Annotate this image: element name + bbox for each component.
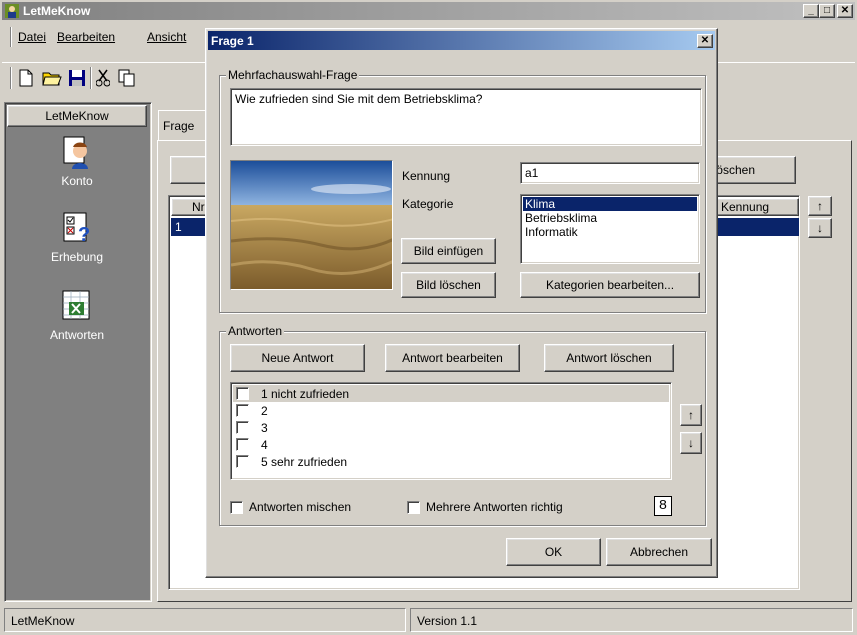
- sidebar-item-label: Antworten: [49, 328, 105, 342]
- answers-group: Antworten Neue Antwort Antwort bearbeite…: [219, 324, 706, 526]
- question-dialog: Frage 1 ✕ Mehrfachauswahl-Frage Wie zufr…: [205, 28, 718, 578]
- spreadsheet-icon: [60, 289, 94, 326]
- kategorie-label: Kategorie: [402, 197, 454, 211]
- sidebar-item-konto[interactable]: Konto: [7, 135, 147, 200]
- category-list[interactable]: Klima Betriebsklima Informatik: [520, 194, 700, 264]
- delete-image-button[interactable]: Bild löschen: [401, 272, 496, 298]
- survey-icon: ?: [60, 211, 94, 248]
- sidebar-item-erhebung[interactable]: ? Erhebung: [7, 211, 147, 276]
- open-folder-icon[interactable]: [42, 69, 62, 90]
- menu-datei[interactable]: Datei: [18, 30, 46, 44]
- dialog-title: Frage 1: [211, 33, 254, 48]
- question-group-label: Mehrfachauswahl-Frage: [226, 68, 360, 82]
- category-item-informatik[interactable]: Informatik: [523, 225, 697, 239]
- minimize-icon[interactable]: _: [803, 4, 819, 18]
- dialog-close-icon[interactable]: ✕: [697, 33, 713, 48]
- sidebar-header[interactable]: LetMeKnow: [7, 105, 147, 127]
- multiple-correct-checkbox[interactable]: [407, 500, 420, 514]
- cancel-button[interactable]: Abbrechen: [606, 538, 712, 566]
- app-icon: [4, 3, 20, 19]
- new-file-icon[interactable]: [18, 69, 34, 90]
- answer-list[interactable]: 1 nicht zufrieden 2 3 4 5 sehr zufrieden: [230, 382, 672, 480]
- ok-button[interactable]: OK: [506, 538, 601, 566]
- close-icon[interactable]: ✕: [837, 4, 853, 18]
- main-title-bar[interactable]: LetMeKnow _ □ ✕: [2, 2, 855, 20]
- dialog-title-bar[interactable]: Frage 1 ✕: [208, 31, 715, 50]
- category-item-betriebsklima[interactable]: Betriebsklima: [523, 211, 697, 225]
- sidebar-item-label: Erhebung: [50, 250, 104, 264]
- person-icon: [60, 135, 94, 172]
- arrow-down-icon: ↓: [688, 436, 694, 450]
- kennung-label: Kennung: [402, 169, 451, 183]
- sidebar-item-antworten[interactable]: Antworten: [7, 289, 147, 354]
- question-group: Mehrfachauswahl-Frage Wie zufrieden sind…: [219, 68, 706, 313]
- arrow-down-icon: ↓: [817, 221, 823, 235]
- shuffle-answers-option[interactable]: Antworten mischen: [230, 500, 351, 514]
- answer-checkbox[interactable]: [236, 404, 249, 417]
- multiple-correct-option[interactable]: Mehrere Antworten richtig: [407, 500, 563, 514]
- move-up-button[interactable]: ↑: [808, 196, 832, 216]
- edit-answer-button[interactable]: Antwort bearbeiten: [385, 344, 520, 372]
- save-icon[interactable]: [68, 69, 86, 90]
- kennung-field[interactable]: a1: [520, 162, 700, 184]
- status-version: Version 1.1: [410, 608, 853, 632]
- status-left: LetMeKnow: [4, 608, 406, 632]
- answer-checkbox[interactable]: [236, 455, 249, 468]
- edit-categories-button[interactable]: Kategorien bearbeiten...: [520, 272, 700, 298]
- status-bar: LetMeKnow Version 1.1: [0, 606, 857, 635]
- move-down-button[interactable]: ↓: [808, 218, 832, 238]
- count-indicator[interactable]: 8: [654, 496, 672, 516]
- arrow-up-icon: ↑: [688, 408, 694, 422]
- copy-icon[interactable]: [118, 69, 136, 90]
- sidebar-item-label: Konto: [61, 174, 93, 188]
- sidebar: LetMeKnow Konto ? Erhebung Antworten: [4, 102, 152, 602]
- answer-item[interactable]: 5 sehr zufrieden: [233, 453, 669, 470]
- answer-move-up-button[interactable]: ↑: [680, 404, 702, 426]
- category-item-klima[interactable]: Klima: [523, 197, 697, 211]
- question-image: [230, 160, 393, 290]
- answer-checkbox[interactable]: [236, 387, 249, 400]
- arrow-up-icon: ↑: [817, 199, 823, 213]
- answer-item[interactable]: 1 nicht zufrieden: [233, 385, 669, 402]
- answer-item[interactable]: 3: [233, 419, 669, 436]
- answer-checkbox[interactable]: [236, 421, 249, 434]
- menu-ansicht[interactable]: Ansicht: [147, 30, 186, 44]
- maximize-icon[interactable]: □: [819, 4, 835, 18]
- answer-checkbox[interactable]: [236, 438, 249, 451]
- svg-text:?: ?: [78, 224, 90, 245]
- shuffle-answers-checkbox[interactable]: [230, 500, 243, 514]
- insert-image-button[interactable]: Bild einfügen: [401, 238, 496, 264]
- answers-group-label: Antworten: [226, 324, 285, 338]
- main-window-title: LetMeKnow: [23, 4, 91, 18]
- column-header-kennung[interactable]: Kennung: [714, 198, 799, 216]
- answer-move-down-button[interactable]: ↓: [680, 432, 702, 454]
- question-text-area[interactable]: Wie zufrieden sind Sie mit dem Betriebsk…: [230, 88, 702, 146]
- menu-bearbeiten[interactable]: Bearbeiten: [57, 30, 115, 44]
- cut-icon[interactable]: [95, 69, 111, 90]
- delete-answer-button[interactable]: Antwort löschen: [544, 344, 674, 372]
- answer-item[interactable]: 4: [233, 436, 669, 453]
- answer-item[interactable]: 2: [233, 402, 669, 419]
- new-answer-button[interactable]: Neue Antwort: [230, 344, 365, 372]
